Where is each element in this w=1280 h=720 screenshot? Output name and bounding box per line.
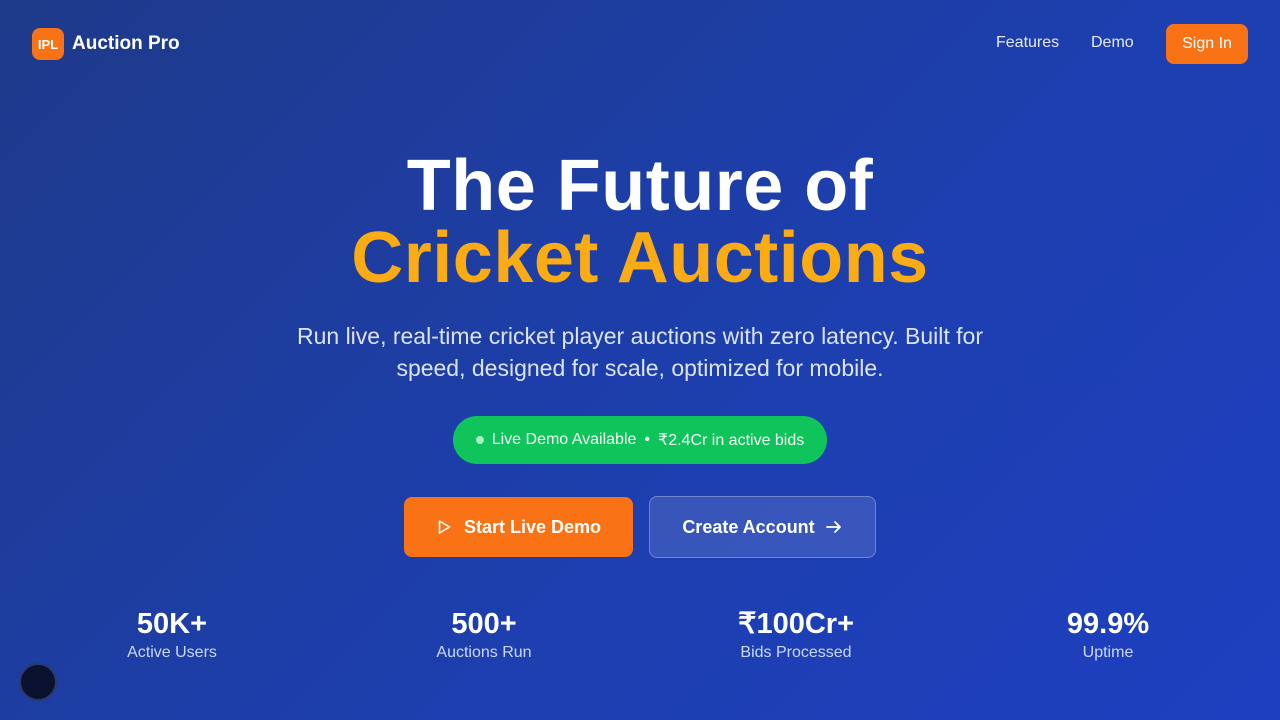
stat-value: ₹100Cr+ xyxy=(738,608,854,640)
create-account-label: Create Account xyxy=(682,516,815,537)
floating-action-button[interactable] xyxy=(19,663,57,701)
live-demo-status: Live Demo Available xyxy=(491,431,637,448)
live-dot-icon xyxy=(475,436,484,444)
pill-separator: • xyxy=(644,431,651,448)
play-icon xyxy=(438,520,451,534)
stat-label: Auctions Run xyxy=(436,644,532,661)
start-live-demo-button[interactable]: Start Live Demo xyxy=(404,497,633,557)
stat-uptime: 99.9% Uptime xyxy=(988,606,1228,664)
arrow-right-icon xyxy=(825,521,841,533)
live-demo-badge: Live Demo Available • ₹2.4Cr in active b… xyxy=(453,416,827,464)
stat-bids-processed: ₹100Cr+ Bids Processed xyxy=(676,606,916,664)
hero-title-line2: Cricket Auctions xyxy=(351,218,929,298)
hero-title: The Future of Cricket Auctions xyxy=(0,150,1280,294)
hero-subtitle: Run live, real-time cricket player aucti… xyxy=(296,323,983,381)
nav-link-demo[interactable]: Demo xyxy=(1091,33,1134,53)
stat-label: Active Users xyxy=(127,644,217,661)
stat-auctions-run: 500+ Auctions Run xyxy=(364,606,604,664)
stat-active-users: 50K+ Active Users xyxy=(52,606,292,664)
start-live-demo-label: Start Live Demo xyxy=(463,516,602,537)
create-account-button[interactable]: Create Account xyxy=(649,496,876,558)
stat-value: 500+ xyxy=(451,608,517,640)
stat-label: Bids Processed xyxy=(740,644,852,661)
stat-value: 50K+ xyxy=(136,608,208,640)
top-nav: IPL Auction Pro Features Demo Sign In xyxy=(0,0,1280,88)
hero-title-line1: The Future of xyxy=(406,146,874,226)
logo-text[interactable]: Auction Pro xyxy=(72,32,180,56)
logo-badge[interactable]: IPL xyxy=(32,28,64,60)
stat-label: Uptime xyxy=(1082,644,1134,661)
active-bids-text: ₹2.4Cr in active bids xyxy=(658,432,805,449)
nav-link-features[interactable]: Features xyxy=(996,33,1059,53)
stat-value: 99.9% xyxy=(1066,608,1150,640)
sign-in-button[interactable]: Sign In xyxy=(1166,24,1248,64)
